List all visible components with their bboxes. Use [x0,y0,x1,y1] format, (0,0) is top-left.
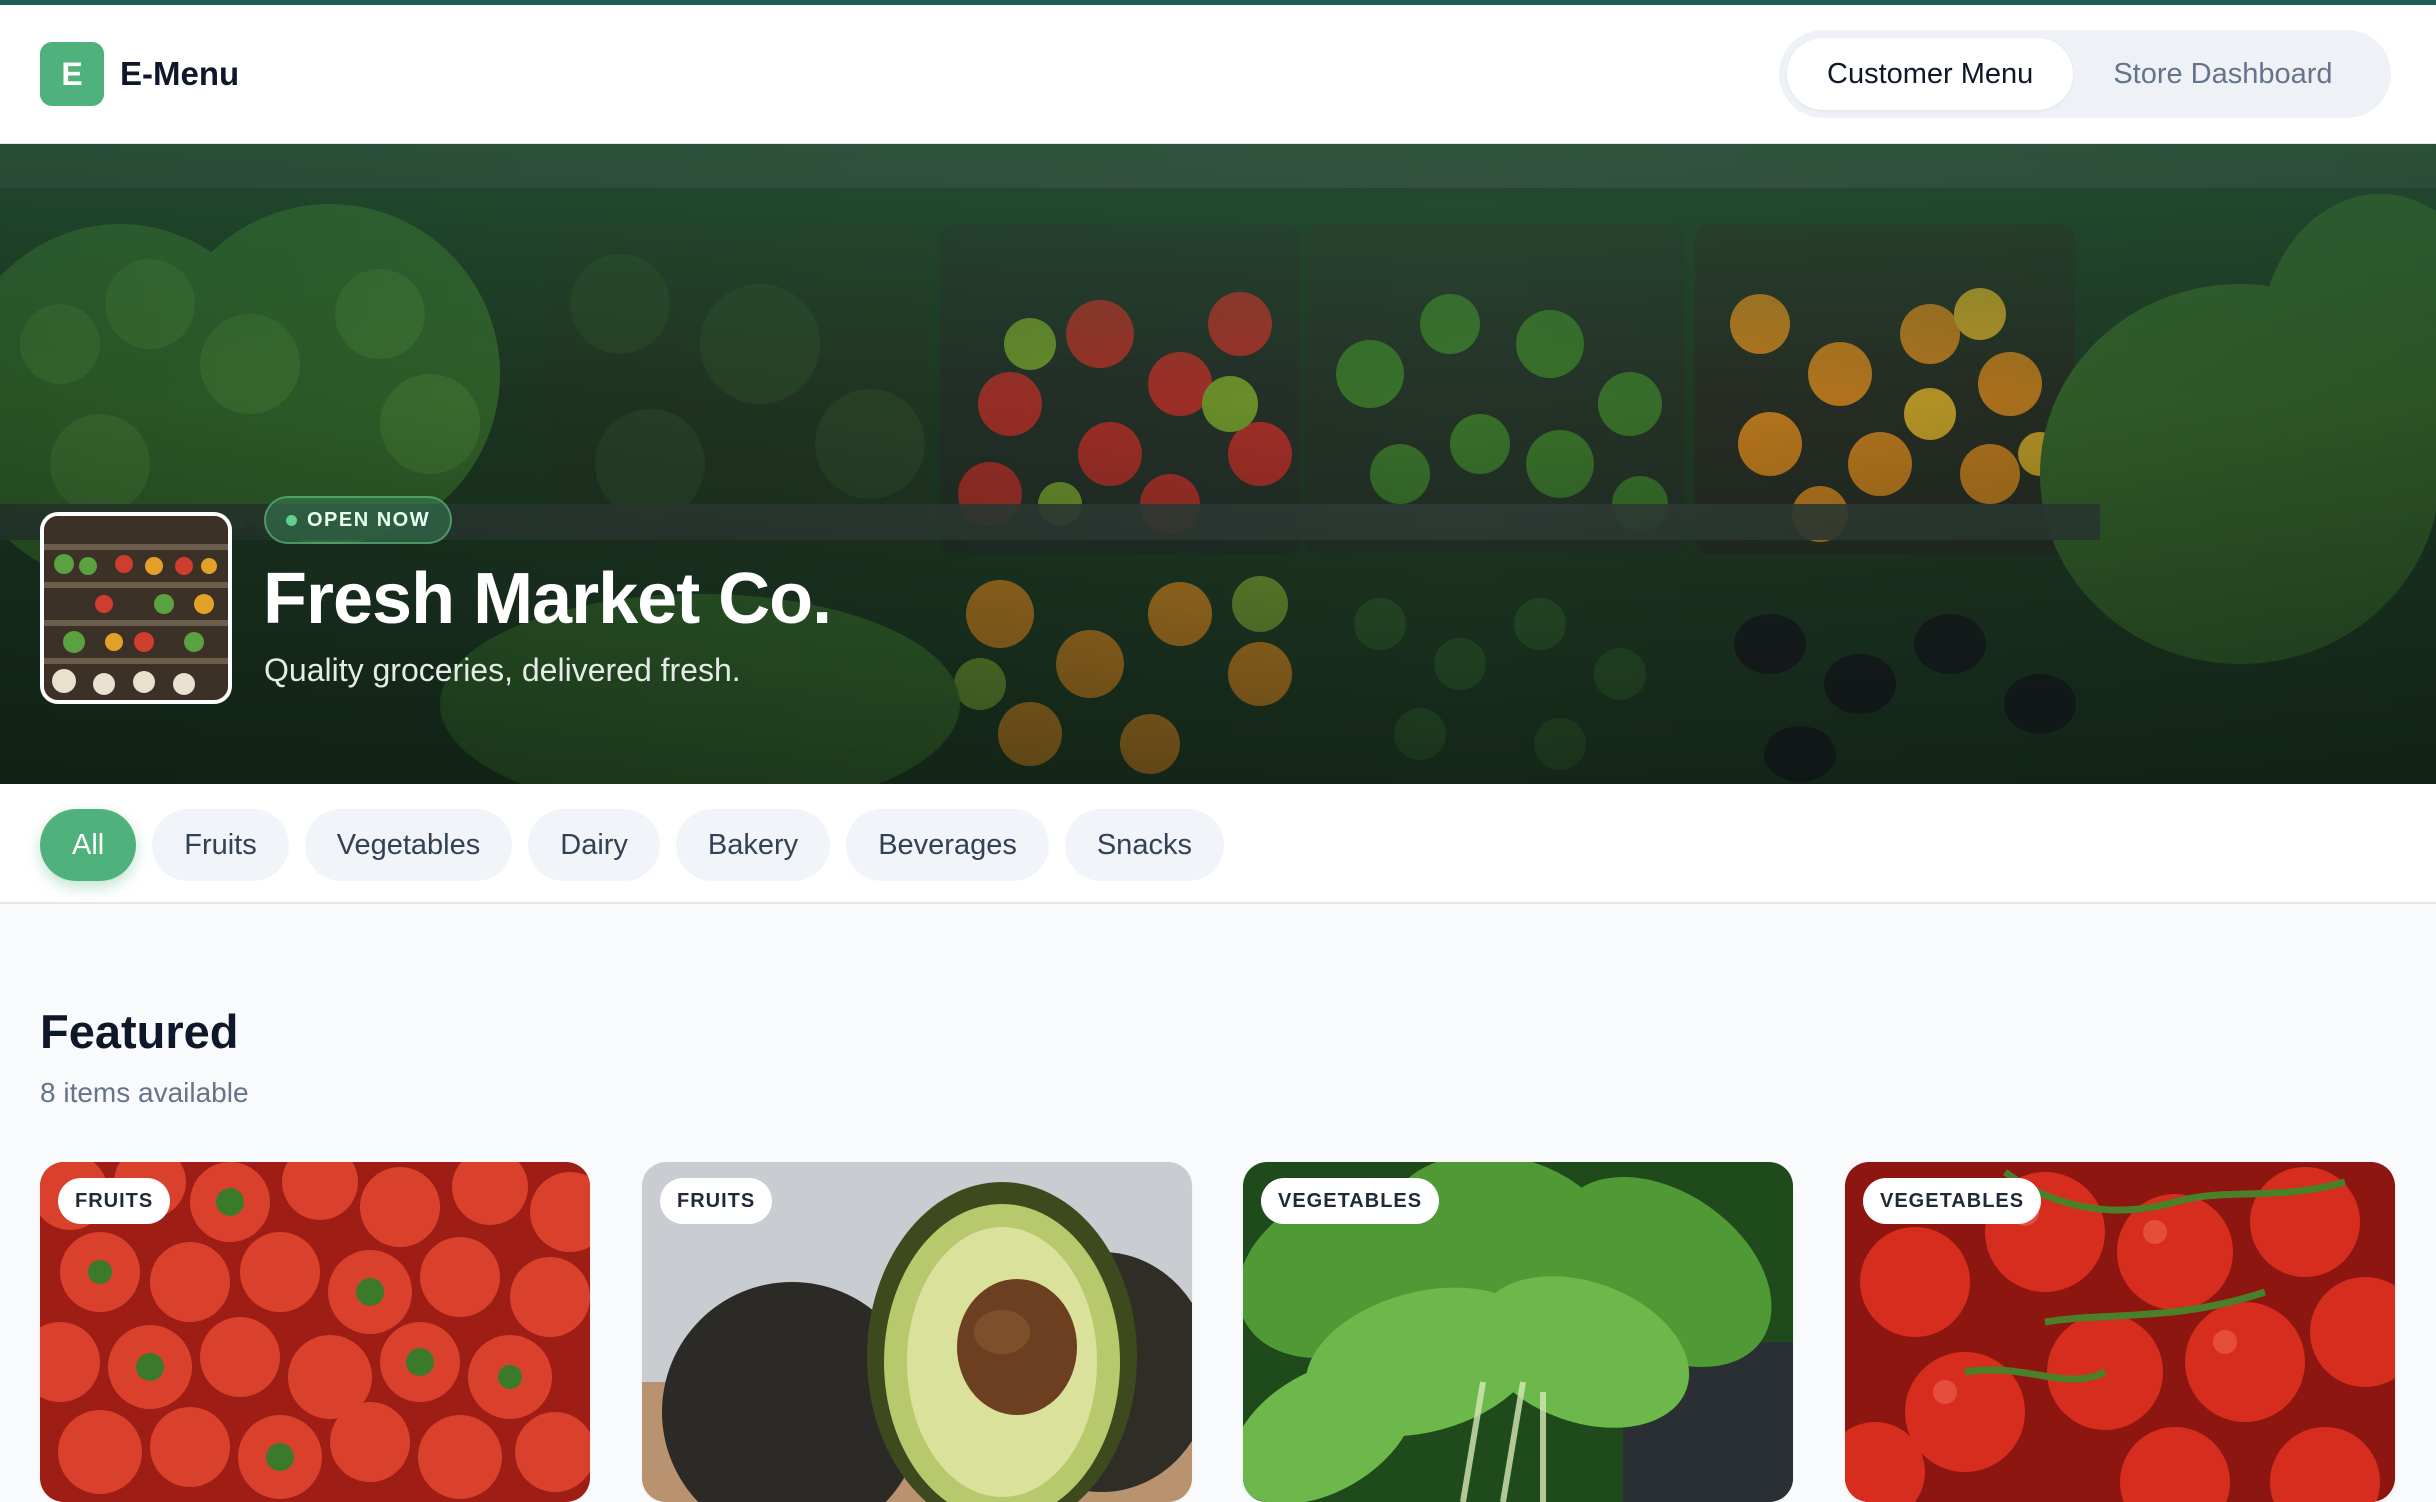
app-header: E E-Menu Customer Menu Store Dashboard [0,5,2436,144]
category-tag: FRUITS [58,1178,171,1224]
category-chip-vegetables[interactable]: Vegetables [304,809,513,881]
store-hero: OPEN NOW Fresh Market Co. Quality grocer… [0,144,2436,784]
category-chip-fruits[interactable]: Fruits [152,809,289,881]
brand-logo-icon: E [40,42,104,106]
store-logo-image [40,512,232,704]
section-title: Featured [40,1005,239,1058]
store-dashboard-tab[interactable]: Store Dashboard [2073,38,2372,110]
open-status-text: OPEN NOW [307,508,431,531]
category-filter-bar: All Fruits Vegetables Dairy Bakery Bever… [0,784,2436,904]
brand-name: E-Menu [120,55,240,92]
store-name: Fresh Market Co. [263,559,832,639]
item-count: 8 items available [40,1077,249,1108]
product-grid: FRUITS FRUITS VEGETABLES VEGETABLES [40,1162,2396,1502]
product-card[interactable]: VEGETABLES [1845,1162,2395,1502]
category-tag: VEGETABLES [1863,1178,2042,1224]
status-dot-icon [286,514,297,526]
open-status-badge: OPEN NOW [264,496,453,544]
category-chips: All Fruits Vegetables Dairy Bakery Bever… [40,809,1224,881]
category-chip-bakery[interactable]: Bakery [675,809,831,881]
category-chip-beverages[interactable]: Beverages [846,809,1049,881]
category-tag: FRUITS [660,1178,773,1224]
brand[interactable]: E E-Menu [40,42,239,106]
product-card[interactable]: FRUITS [642,1162,1192,1502]
category-chip-dairy[interactable]: Dairy [528,809,660,881]
customer-menu-tab[interactable]: Customer Menu [1787,38,2074,110]
category-chip-all[interactable]: All [40,809,137,881]
category-chip-snacks[interactable]: Snacks [1064,809,1224,881]
category-tag: VEGETABLES [1261,1178,1440,1224]
product-card[interactable]: VEGETABLES [1243,1162,1793,1502]
store-tagline: Quality groceries, delivered fresh. [264,652,741,688]
view-switcher: Customer Menu Store Dashboard [1779,30,2391,118]
product-card[interactable]: FRUITS [40,1162,590,1502]
